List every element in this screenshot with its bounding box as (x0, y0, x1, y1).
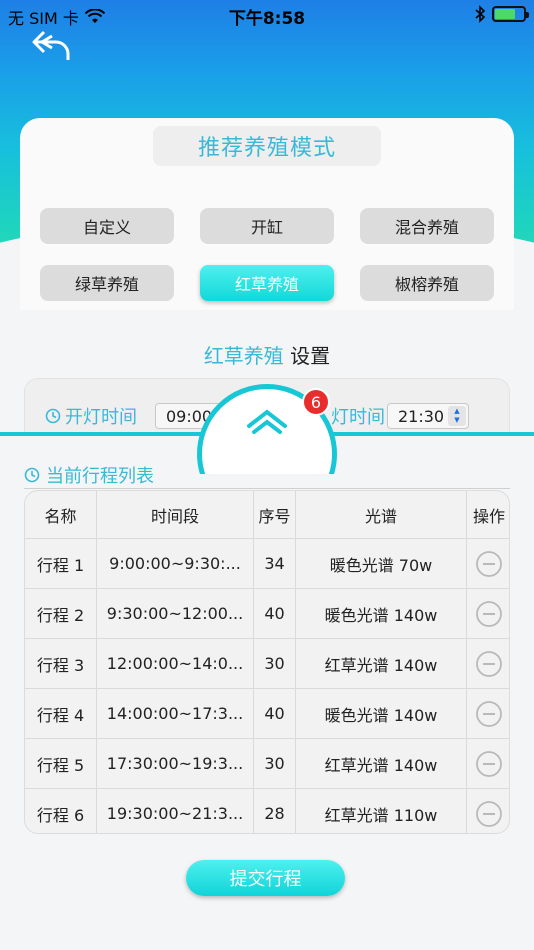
schedule-table: 名称 时间段 序号 光谱 操作 行程 1 9:00:00~9:30:... 34 暖色… (24, 490, 510, 834)
row-name: 行程 1 (25, 539, 97, 588)
bluetooth-icon (475, 5, 486, 23)
light-off-input[interactable]: 21:30 ▲ ▼ (387, 403, 469, 429)
table-row: 行程 5 17:30:00~19:3... 30 红草光谱 140w (25, 739, 509, 789)
submit-schedule-button[interactable]: 提交行程 (186, 860, 345, 896)
row-seq: 40 (254, 689, 296, 738)
table-row: 行程 6 19:30:00~21:3... 28 红草光谱 110w (25, 789, 509, 833)
row-name: 行程 4 (25, 689, 97, 738)
mode-button-green-plant[interactable]: 绿草养殖 (40, 265, 174, 301)
table-row: 行程 4 14:00:00~17:3... 40 暖色光谱 140w (25, 689, 509, 739)
minus-circle-icon[interactable] (475, 800, 503, 828)
back-arrow-icon[interactable] (30, 28, 74, 64)
table-row: 行程 2 9:30:00~12:00... 40 暖色光谱 140w (25, 589, 509, 639)
table-row: 行程 3 12:00:00~14:0... 30 红草光谱 140w (25, 639, 509, 689)
row-seq: 28 (254, 789, 296, 833)
row-seq: 30 (254, 639, 296, 688)
column-header-action: 操作 (472, 506, 505, 526)
row-period: 9:30:00~12:00... (106, 604, 244, 623)
battery-icon (492, 6, 529, 22)
row-spectrum: 暖色光谱 140w (296, 589, 467, 638)
row-period: 14:00:00~17:3... (106, 704, 244, 723)
minus-circle-icon[interactable] (475, 700, 503, 728)
row-name: 行程 6 (25, 789, 97, 833)
minus-circle-icon[interactable] (475, 550, 503, 578)
stepper-down-icon[interactable]: ▼ (454, 416, 459, 425)
schedule-title-underline (24, 488, 510, 489)
settings-heading: 红草养殖 设置 (203, 344, 331, 368)
mode-button-custom[interactable]: 自定义 (40, 208, 174, 244)
row-spectrum: 红草光谱 110w (296, 789, 467, 833)
table-row: 行程 1 9:00:00~9:30:... 34 暖色光谱 70w (25, 539, 509, 589)
light-off-label: 灯时间 (331, 407, 385, 428)
row-name: 行程 2 (25, 589, 97, 638)
row-period: 17:30:00~19:3... (106, 754, 244, 773)
row-period: 12:00:00~14:0... (106, 654, 244, 673)
row-spectrum: 暖色光谱 70w (296, 539, 467, 588)
card-title: 推荐养殖模式 (153, 126, 381, 166)
minus-circle-icon[interactable] (475, 650, 503, 678)
mode-button-new-tank[interactable]: 开缸 (200, 208, 334, 244)
table-header-row: 名称 时间段 序号 光谱 操作 (25, 491, 509, 539)
schedule-title: 当前行程列表 (24, 462, 154, 488)
row-period: 19:30:00~21:3... (106, 804, 244, 823)
minus-circle-icon[interactable] (475, 600, 503, 628)
status-time: 下午8:58 (228, 9, 306, 29)
minus-circle-icon[interactable] (475, 750, 503, 778)
row-name: 行程 3 (25, 639, 97, 688)
notification-badge: 6 (302, 388, 330, 416)
row-name: 行程 5 (25, 739, 97, 788)
stepper-up-icon[interactable]: ▲ (454, 407, 459, 416)
mode-button-mixed[interactable]: 混合养殖 (360, 208, 494, 244)
chevron-up-icon (247, 409, 287, 434)
row-spectrum: 红草光谱 140w (296, 639, 467, 688)
row-period: 9:00:00~9:30:... (109, 554, 241, 573)
clock-icon (24, 467, 40, 483)
row-seq: 34 (254, 539, 296, 588)
time-stepper[interactable]: ▲ ▼ (448, 406, 466, 426)
mode-button-anubias[interactable]: 椒榕养殖 (360, 265, 494, 301)
row-spectrum: 暖色光谱 140w (296, 689, 467, 738)
row-seq: 30 (254, 739, 296, 788)
light-on-label: 开灯时间 (45, 403, 137, 429)
column-header-name: 名称 (25, 491, 97, 538)
column-header-period: 时间段 (97, 491, 254, 538)
mode-card: 推荐养殖模式 自定义 开缸 混合养殖 绿草养殖 红草养殖 椒榕养殖 (20, 118, 514, 310)
mode-button-red-plant[interactable]: 红草养殖 (200, 265, 334, 301)
column-header-seq: 序号 (254, 491, 296, 538)
column-header-spectrum: 光谱 (296, 491, 467, 538)
clock-icon (45, 408, 61, 424)
row-seq: 40 (254, 589, 296, 638)
status-bar: 无 SIM 卡 下午8:58 (0, 0, 534, 30)
row-spectrum: 红草光谱 140w (296, 739, 467, 788)
